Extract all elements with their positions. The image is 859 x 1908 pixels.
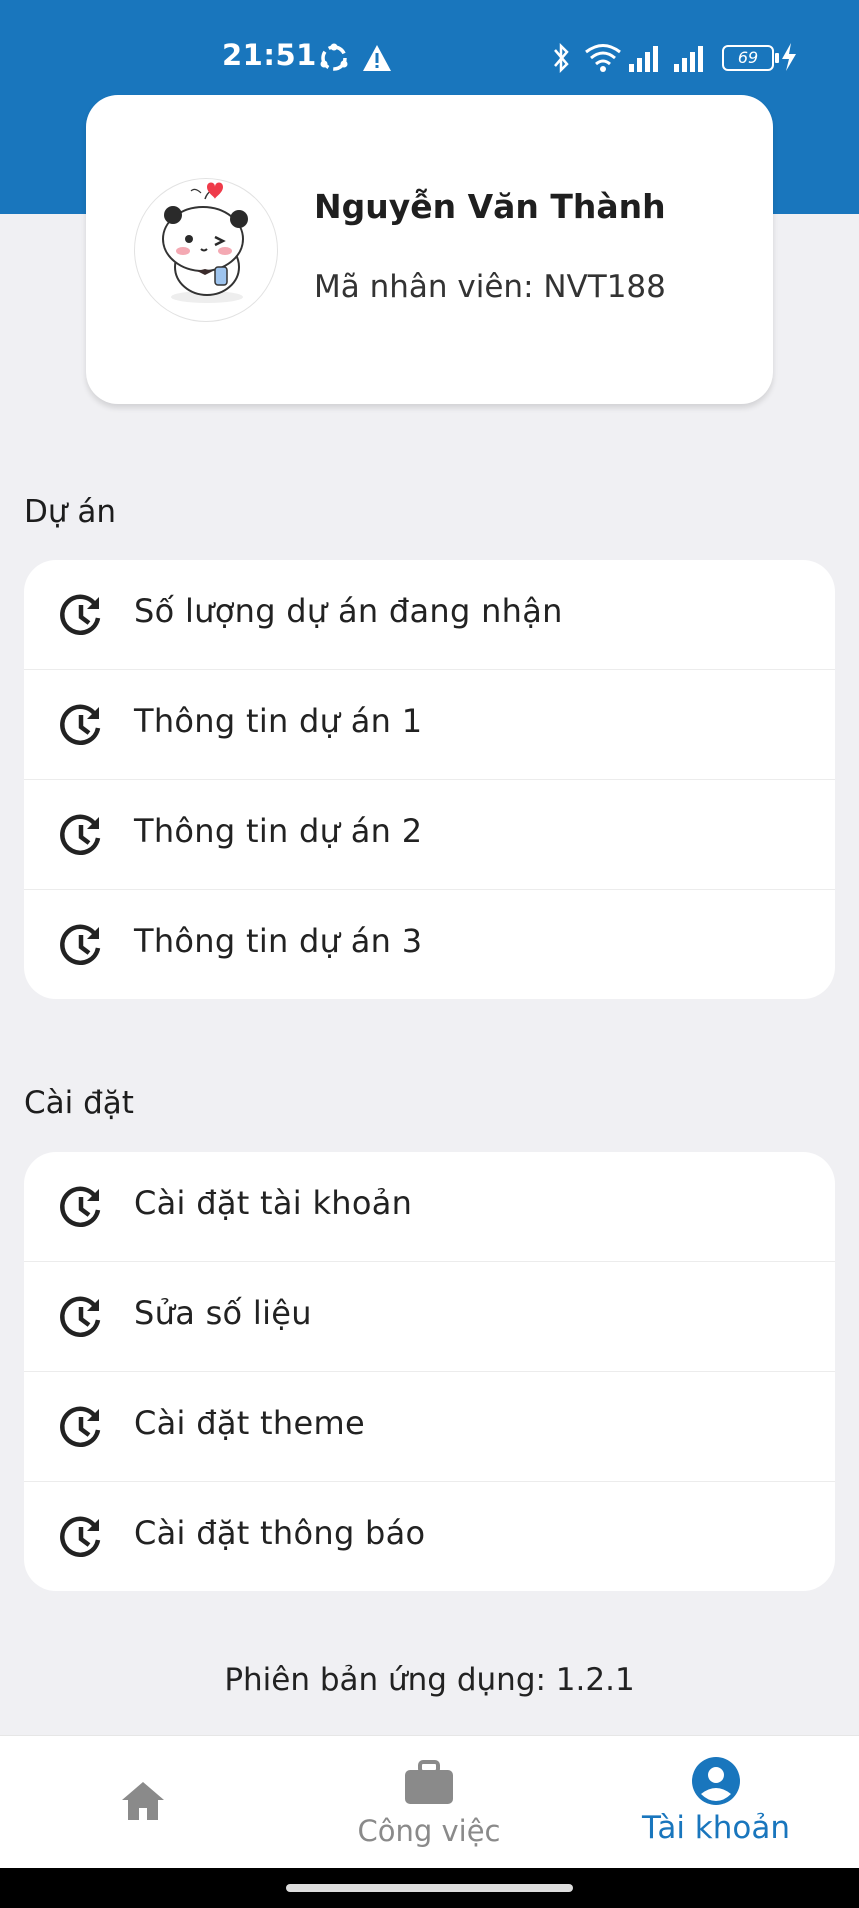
history-icon [60, 1296, 101, 1338]
menu-item-label: Thông tin dự án 3 [134, 922, 423, 960]
menu-item-project-1[interactable]: Thông tin dự án 1 [24, 670, 835, 780]
history-icon [60, 1186, 101, 1228]
menu-item-project-count[interactable]: Số lượng dự án đang nhận [24, 560, 835, 670]
history-icon [60, 814, 101, 856]
settings-menu: Cài đặt tài khoản Sửa số liệu Cài đặt th… [24, 1152, 835, 1591]
menu-item-project-3[interactable]: Thông tin dự án 3 [24, 890, 835, 999]
menu-item-label: Cài đặt theme [134, 1404, 365, 1442]
signal-icon-2 [674, 46, 703, 72]
profile-card[interactable]: Nguyễn Văn Thành Mã nhân viên: NVT188 [86, 95, 773, 404]
status-time: 21:51 [222, 38, 317, 72]
wifi-icon [585, 44, 621, 72]
menu-item-notification-settings[interactable]: Cài đặt thông báo [24, 1482, 835, 1591]
history-icon [60, 924, 101, 966]
home-icon [122, 1782, 164, 1820]
menu-item-project-2[interactable]: Thông tin dự án 2 [24, 780, 835, 890]
section-title-projects: Dự án [24, 494, 117, 530]
menu-item-label: Số lượng dự án đang nhận [134, 592, 563, 630]
avatar[interactable] [134, 178, 278, 322]
menu-item-account-settings[interactable]: Cài đặt tài khoản [24, 1152, 835, 1262]
app-version: Phiên bản ứng dụng: 1.2.1 [224, 1662, 635, 1698]
nav-tab-home[interactable] [0, 1736, 286, 1869]
menu-item-edit-data[interactable]: Sửa số liệu [24, 1262, 835, 1372]
nav-label-work: Công việc [357, 1814, 501, 1848]
charging-icon [782, 43, 796, 71]
warning-icon [363, 45, 391, 71]
bottom-nav: Công việc Tài khoản [0, 1735, 859, 1869]
profile-name: Nguyễn Văn Thành [314, 187, 666, 226]
nav-tab-account[interactable]: Tài khoản [573, 1736, 859, 1869]
menu-item-label: Cài đặt thông báo [134, 1514, 426, 1552]
nav-label-account: Tài khoản [642, 1810, 790, 1846]
history-icon [60, 1516, 101, 1558]
signal-icon [629, 46, 658, 72]
sync-icon [320, 43, 348, 71]
history-icon [60, 704, 101, 746]
panda-avatar-icon [162, 182, 248, 303]
section-title-settings: Cài đặt [24, 1085, 134, 1121]
home-indicator[interactable] [286, 1884, 573, 1892]
menu-item-label: Thông tin dự án 2 [134, 812, 423, 850]
menu-item-theme-settings[interactable]: Cài đặt theme [24, 1372, 835, 1482]
history-icon [60, 1406, 101, 1448]
menu-item-label: Cài đặt tài khoản [134, 1184, 413, 1222]
account-circle-icon [692, 1757, 740, 1805]
battery-indicator: 69 [722, 45, 779, 71]
nav-tab-work[interactable]: Công việc [286, 1736, 572, 1869]
projects-menu: Số lượng dự án đang nhận Thông tin dự án… [24, 560, 835, 999]
menu-item-label: Thông tin dự án 1 [134, 702, 423, 740]
bluetooth-icon [554, 42, 569, 74]
menu-item-label: Sửa số liệu [134, 1294, 312, 1332]
employee-id: Mã nhân viên: NVT188 [314, 269, 666, 305]
history-icon [60, 594, 101, 636]
system-navigation-bar [0, 1868, 859, 1908]
briefcase-icon [405, 1760, 453, 1804]
